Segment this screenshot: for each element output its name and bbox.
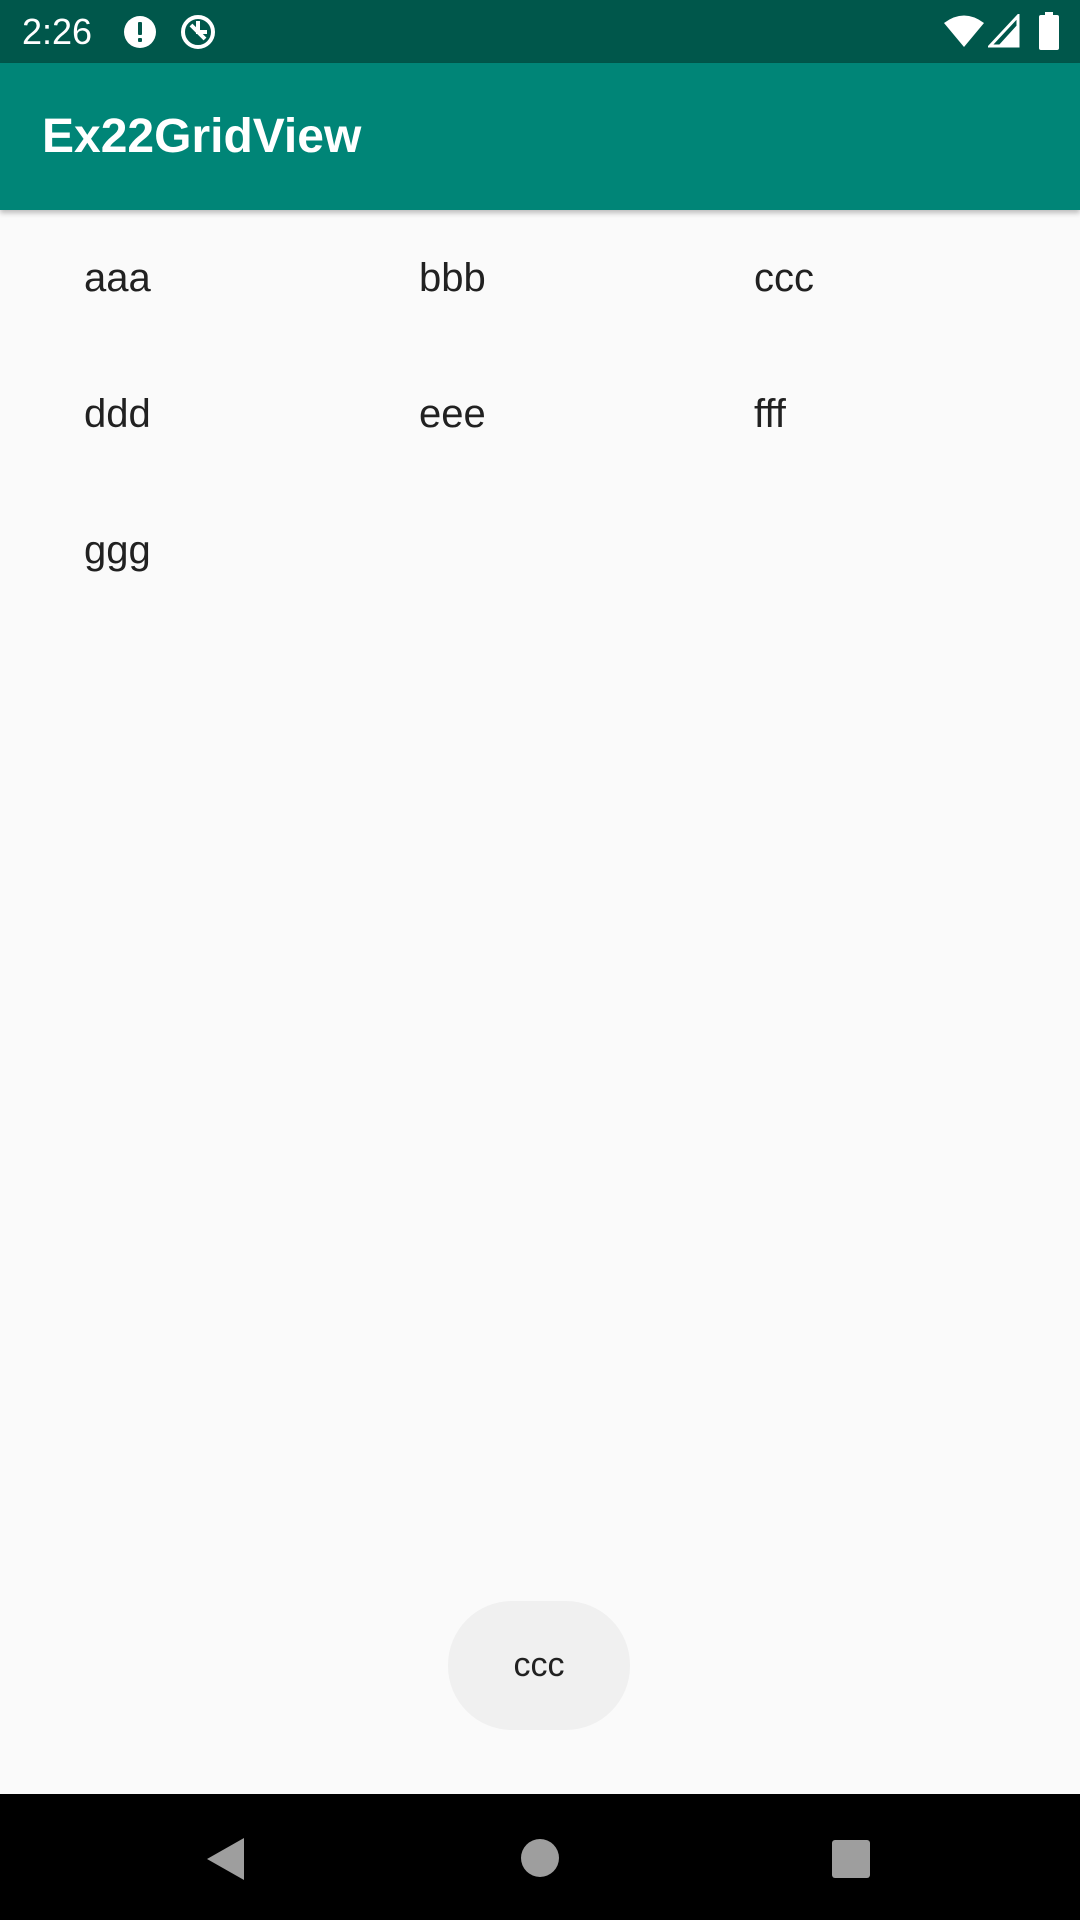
status-bar: 2:26 (0, 0, 1080, 63)
grid-item-ggg[interactable]: ggg (42, 524, 377, 660)
home-icon[interactable] (520, 1838, 560, 1878)
back-icon[interactable] (204, 1836, 246, 1882)
navigation-bar (0, 1794, 1080, 1920)
alert-icon (124, 16, 156, 48)
wifi-icon (944, 15, 984, 47)
grid-item-aaa[interactable]: aaa (42, 252, 377, 388)
app-bar: Ex22GridView (0, 63, 1080, 210)
grid-item-eee[interactable]: eee (377, 388, 712, 524)
battery-icon (1039, 12, 1059, 50)
data-saver-icon (181, 15, 215, 49)
grid-item-ccc[interactable]: ccc (712, 252, 1047, 388)
signal-icon (988, 14, 1020, 48)
recents-icon[interactable] (831, 1839, 871, 1879)
grid-item-ddd[interactable]: ddd (42, 388, 377, 524)
status-time: 2:26 (22, 11, 93, 52)
grid-item-bbb[interactable]: bbb (377, 252, 712, 388)
grid-view: aaa bbb ccc ddd eee fff ggg (0, 252, 1080, 660)
grid-item-fff[interactable]: fff (712, 388, 1047, 524)
toast-message: ccc (448, 1601, 630, 1730)
app-title: Ex22GridView (42, 110, 362, 163)
